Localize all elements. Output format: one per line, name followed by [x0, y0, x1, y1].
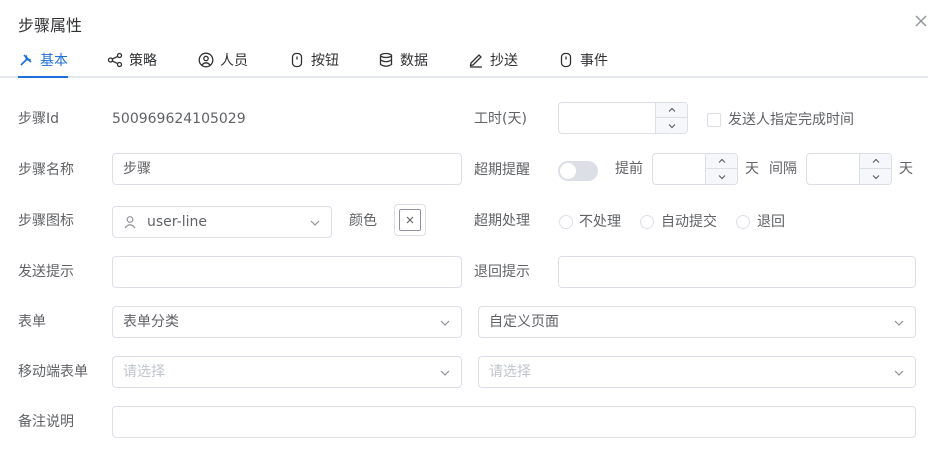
overdue-handle-option-label: 退回 — [757, 214, 785, 230]
step-id-label: 步骤Id — [18, 111, 60, 127]
interval-decrease-button[interactable] — [860, 169, 891, 184]
chevron-down-icon — [718, 174, 725, 179]
button-icon — [291, 52, 303, 68]
color-picker[interactable] — [394, 204, 426, 236]
mobile-form-page-select[interactable]: 请选择 — [478, 356, 916, 388]
tab-personnel-label: 人员 — [220, 53, 248, 69]
work-hours-decrease-button[interactable] — [656, 118, 687, 133]
chevron-down-icon — [872, 174, 879, 179]
form-page-value: 自定义页面 — [489, 314, 559, 330]
step-name-label: 步骤名称 — [18, 162, 74, 178]
mobile-form-label: 移动端表单 — [18, 364, 88, 380]
chevron-down-icon — [894, 320, 904, 326]
remark-label: 备注说明 — [18, 414, 74, 430]
chevron-up-icon — [668, 107, 675, 112]
tools-icon — [20, 54, 32, 66]
advance-input[interactable] — [653, 154, 705, 184]
chevron-down-icon — [894, 370, 904, 376]
chevron-down-icon — [440, 370, 450, 376]
form-label: 表单 — [18, 314, 46, 330]
tab-personnel[interactable]: 人员 — [198, 44, 248, 76]
remark-input[interactable] — [112, 406, 916, 438]
tab-active-indicator — [18, 76, 68, 78]
database-icon — [379, 52, 393, 67]
tab-basic[interactable]: 基本 — [18, 44, 68, 76]
interval-unit: 天 — [899, 161, 913, 177]
overdue-remind-switch[interactable] — [558, 161, 598, 181]
work-hours-input[interactable] — [559, 103, 655, 133]
pen-icon — [469, 54, 482, 68]
tab-bar: 基本 策略 人员 按钮 数据 抄送 事件 — [0, 44, 928, 78]
overdue-handle-option-label: 自动提交 — [661, 214, 717, 230]
tab-events[interactable]: 事件 — [558, 44, 608, 76]
return-tip-input[interactable] — [558, 256, 916, 288]
chevron-down-icon — [440, 320, 450, 326]
interval-input[interactable] — [807, 154, 859, 184]
tab-cc-label: 抄送 — [490, 53, 518, 69]
sender-specify-time-checkbox[interactable] — [707, 113, 721, 127]
tab-data[interactable]: 数据 — [378, 44, 428, 76]
work-hours-increase-button[interactable] — [656, 103, 687, 118]
send-tip-input[interactable] — [112, 256, 462, 288]
advance-label: 提前 — [615, 161, 643, 177]
overdue-handle-option-none[interactable] — [559, 215, 573, 229]
step-icon-value: user-line — [147, 214, 207, 230]
overdue-remind-label: 超期提醒 — [474, 162, 530, 178]
advance-unit: 天 — [745, 161, 759, 177]
step-icon-label: 步骤图标 — [18, 213, 74, 229]
color-swatch — [399, 209, 421, 231]
tab-basic-label: 基本 — [40, 53, 68, 69]
user-icon — [198, 52, 214, 68]
tab-data-label: 数据 — [400, 53, 428, 69]
overdue-handle-option-auto-submit[interactable] — [640, 215, 654, 229]
work-hours-stepper — [558, 102, 688, 134]
form-page-select[interactable]: 自定义页面 — [478, 306, 916, 338]
advance-stepper — [652, 153, 738, 185]
return-tip-label: 退回提示 — [474, 264, 530, 280]
form-category-value: 表单分类 — [123, 314, 179, 330]
tab-strategy-label: 策略 — [129, 53, 157, 69]
interval-increase-button[interactable] — [860, 154, 891, 169]
tab-cc[interactable]: 抄送 — [468, 44, 518, 76]
color-label: 颜色 — [349, 213, 377, 229]
overdue-handle-option-label: 不处理 — [579, 214, 621, 230]
step-icon-select[interactable]: user-line — [112, 206, 332, 238]
mobile-form-category-placeholder: 请选择 — [123, 364, 165, 380]
interval-label: 间隔 — [769, 161, 797, 177]
share-icon — [107, 52, 123, 68]
mobile-form-page-placeholder: 请选择 — [489, 364, 531, 380]
tab-buttons-label: 按钮 — [311, 53, 339, 69]
chevron-down-icon — [668, 123, 675, 128]
tab-buttons[interactable]: 按钮 — [289, 44, 339, 76]
user-icon — [124, 216, 136, 229]
close-icon[interactable] — [912, 12, 930, 30]
chevron-down-icon — [310, 220, 320, 226]
sender-specify-time-label: 发送人指定完成时间 — [728, 112, 854, 128]
advance-decrease-button[interactable] — [706, 169, 737, 184]
work-hours-label: 工时(天) — [474, 111, 527, 127]
advance-increase-button[interactable] — [706, 154, 737, 169]
step-id-value: 500969624105029 — [112, 111, 246, 127]
overdue-handle-label: 超期处理 — [474, 213, 530, 229]
tab-strategy[interactable]: 策略 — [107, 44, 157, 76]
interval-stepper — [806, 153, 892, 185]
tab-events-label: 事件 — [580, 53, 608, 69]
chevron-up-icon — [718, 158, 725, 163]
dialog-title: 步骤属性 — [18, 16, 83, 35]
form-category-select[interactable]: 表单分类 — [112, 306, 462, 338]
send-tip-label: 发送提示 — [18, 264, 74, 280]
step-name-input[interactable]: 步骤 — [112, 153, 462, 185]
close-icon — [406, 216, 414, 224]
event-icon — [560, 52, 572, 68]
mobile-form-category-select[interactable]: 请选择 — [112, 356, 462, 388]
switch-knob — [560, 163, 576, 179]
overdue-handle-option-return[interactable] — [736, 215, 750, 229]
chevron-up-icon — [872, 158, 879, 163]
